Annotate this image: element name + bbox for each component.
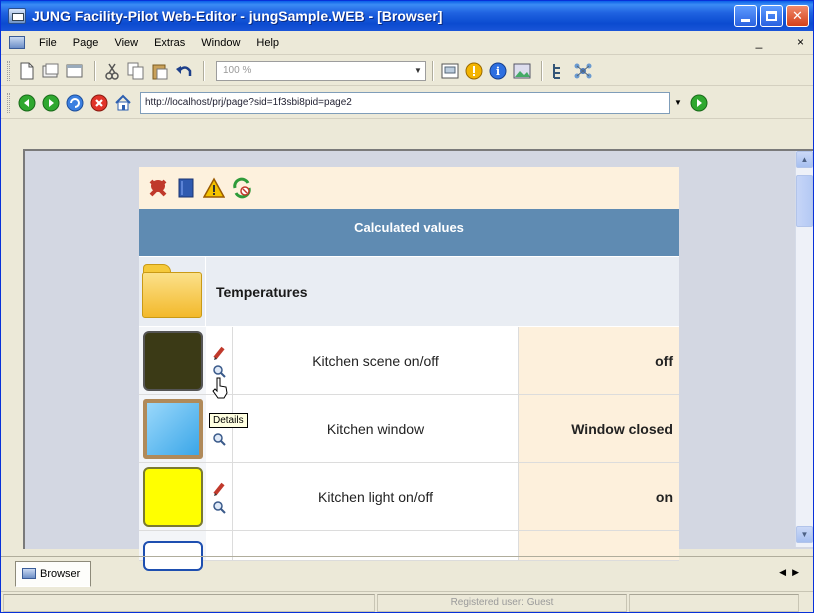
image-icon[interactable] [511, 60, 533, 82]
scroll-down-button[interactable]: ▼ [796, 526, 813, 543]
chevron-down-icon[interactable]: ▼ [411, 62, 425, 80]
alarm-icon[interactable] [463, 60, 485, 82]
network-icon[interactable] [572, 60, 594, 82]
window-title: JUNG Facility-Pilot Web-Editor - jungSam… [32, 8, 443, 24]
home-icon[interactable] [112, 92, 134, 114]
list-item[interactable]: Kitchen window Window closed [139, 395, 679, 463]
calculated-values-header: Calculated values [139, 209, 679, 257]
tab-browser[interactable]: Browser [15, 560, 92, 587]
forward-icon[interactable] [40, 92, 62, 114]
toolbar-separator [541, 60, 542, 81]
mdi-controls[interactable]: _ × [756, 35, 807, 49]
close-button[interactable]: ✕ [786, 5, 809, 27]
hand-cursor-icon [211, 377, 229, 402]
document-icon[interactable] [9, 36, 25, 49]
info-icon[interactable]: i [487, 60, 509, 82]
toolbar-separator [94, 60, 95, 81]
address-bar[interactable]: http://localhost/prj/page?sid=1f3sbi8pid… [140, 91, 670, 114]
main-toolbar: 100 % ▼ i [1, 56, 813, 86]
group-title: Temperatures [216, 283, 308, 300]
magnifier-icon[interactable] [212, 432, 226, 449]
scroll-up-button[interactable]: ▲ [796, 151, 813, 168]
delete-icon[interactable] [147, 177, 169, 199]
group-row-temperatures[interactable]: Temperatures [139, 257, 679, 327]
list-item[interactable]: Kitchen light on/off on [139, 463, 679, 531]
status-bar: Registered user: Guest [1, 591, 813, 613]
pencil-icon[interactable] [212, 481, 226, 500]
scene-thumbnail[interactable] [142, 330, 203, 391]
window-thumbnail[interactable] [142, 398, 203, 459]
menu-file[interactable]: File [31, 37, 65, 49]
document-tabstrip: Browser ◀▶ [1, 556, 813, 590]
undo-icon[interactable] [173, 60, 195, 82]
folder-icon [141, 264, 203, 319]
minimize-button[interactable] [734, 5, 757, 27]
menu-help[interactable]: Help [248, 37, 287, 49]
details-tooltip: Details [209, 413, 248, 428]
item-name: Kitchen window [233, 395, 519, 462]
refresh-icon[interactable] [64, 92, 86, 114]
back-icon[interactable] [16, 92, 38, 114]
app-window: JUNG Facility-Pilot Web-Editor - jungSam… [0, 0, 814, 613]
svg-text:i: i [496, 65, 500, 78]
navigation-toolbar: http://localhost/prj/page?sid=1f3sbi8pid… [1, 87, 813, 119]
cut-icon[interactable] [101, 60, 123, 82]
app-icon [8, 8, 26, 24]
menu-window[interactable]: Window [193, 37, 248, 49]
warning-icon[interactable] [203, 177, 225, 199]
toolbar-separator [203, 60, 204, 81]
menu-extras[interactable]: Extras [146, 37, 193, 49]
vertical-scrollbar[interactable]: ▲ ▼ [795, 151, 813, 547]
copy-icon[interactable] [125, 60, 147, 82]
menu-page[interactable]: Page [65, 37, 107, 49]
item-value: Window closed [519, 395, 679, 462]
status-user: Registered user: Guest [377, 593, 627, 612]
zoom-value: 100 % [223, 65, 252, 76]
tab-scroll-arrows[interactable]: ◀▶ [779, 567, 805, 578]
toolbar-grip[interactable] [7, 60, 10, 81]
toolbar-grip[interactable] [7, 92, 10, 113]
menu-view[interactable]: View [106, 37, 146, 49]
preview-icon[interactable] [439, 60, 461, 82]
book-icon[interactable] [175, 177, 197, 199]
go-icon[interactable] [688, 92, 710, 114]
sync-icon[interactable] [231, 177, 253, 199]
stop-icon[interactable] [88, 92, 110, 114]
page-toolbar [139, 167, 679, 209]
pencil-icon[interactable] [212, 345, 226, 364]
tab-label: Browser [40, 567, 81, 580]
maximize-button[interactable] [760, 5, 783, 27]
scroll-thumb[interactable] [796, 175, 813, 227]
menu-bar: File Page View Extras Window Help _ × [1, 31, 813, 55]
item-name: Kitchen scene on/off [233, 327, 519, 394]
new-page-icon[interactable] [16, 60, 38, 82]
item-value: on [519, 463, 679, 530]
browser-tab-icon [22, 568, 36, 579]
window-icon[interactable] [64, 60, 86, 82]
item-value: off [519, 327, 679, 394]
zoom-select[interactable]: 100 % ▼ [216, 60, 426, 81]
item-name: Kitchen light on/off [233, 463, 519, 530]
tree-icon[interactable] [548, 60, 570, 82]
visualization-page: Calculated values Temperatures Kitchen s… [139, 167, 679, 571]
paste-icon[interactable] [149, 60, 171, 82]
light-thumbnail[interactable] [142, 466, 203, 527]
toolbar-separator [432, 60, 433, 81]
address-url: http://localhost/prj/page?sid=1f3sbi8pid… [145, 97, 352, 108]
chevron-down-icon[interactable]: ▼ [674, 98, 682, 107]
title-bar[interactable]: JUNG Facility-Pilot Web-Editor - jungSam… [1, 1, 813, 31]
magnifier-icon[interactable] [212, 500, 226, 517]
open-icon[interactable] [40, 60, 62, 82]
browser-view: Calculated values Temperatures Kitchen s… [23, 149, 813, 571]
